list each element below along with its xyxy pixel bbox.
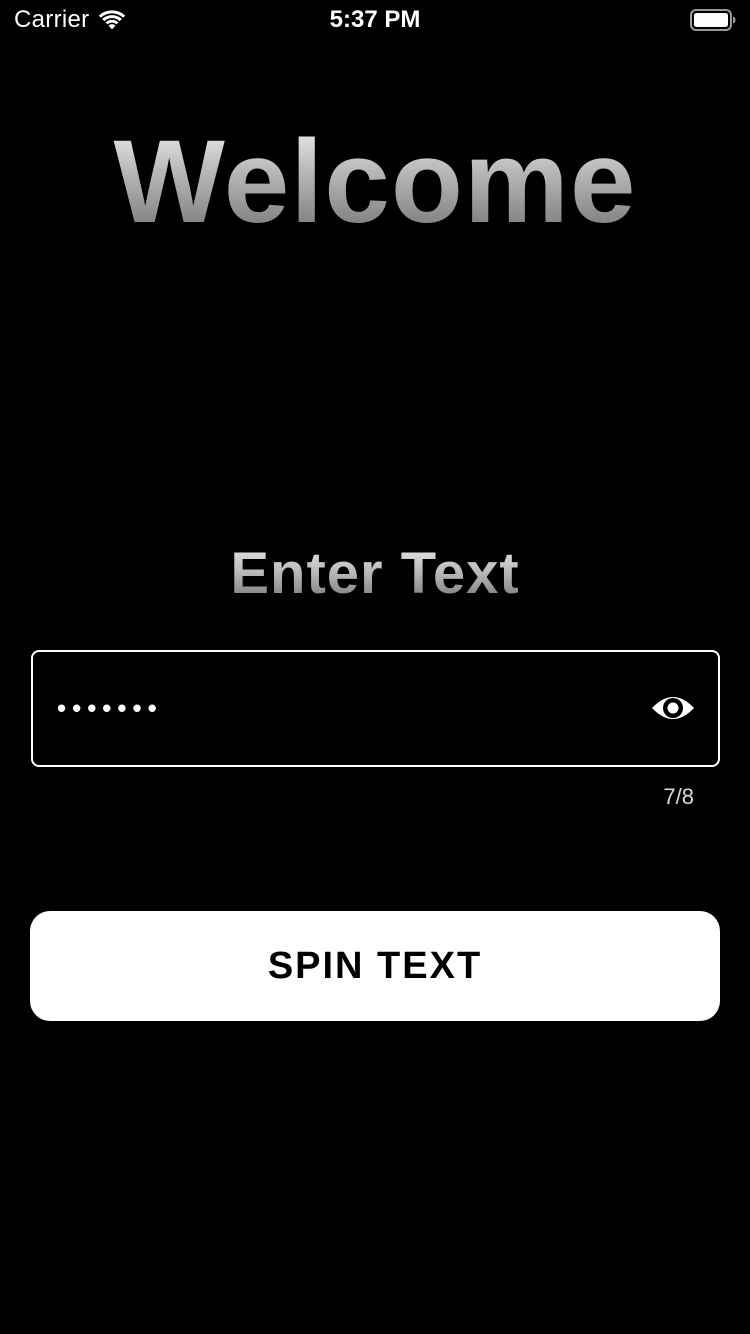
enter-text-heading: Enter Text — [0, 540, 750, 608]
text-input-field[interactable]: ••••••• — [31, 650, 720, 767]
masked-input-value: ••••••• — [57, 693, 163, 723]
spin-text-button-label: SPIN TEXT — [267, 944, 483, 987]
battery-full-icon — [690, 9, 736, 31]
character-counter: 7/8 — [663, 784, 694, 809]
spin-text-button[interactable]: SPIN TEXT — [30, 911, 720, 1021]
eye-icon[interactable] — [650, 688, 696, 728]
status-bar: Carrier 5:37 PM — [0, 0, 750, 40]
status-time: 5:37 PM — [329, 6, 421, 33]
welcome-title: Welcome — [0, 120, 750, 245]
